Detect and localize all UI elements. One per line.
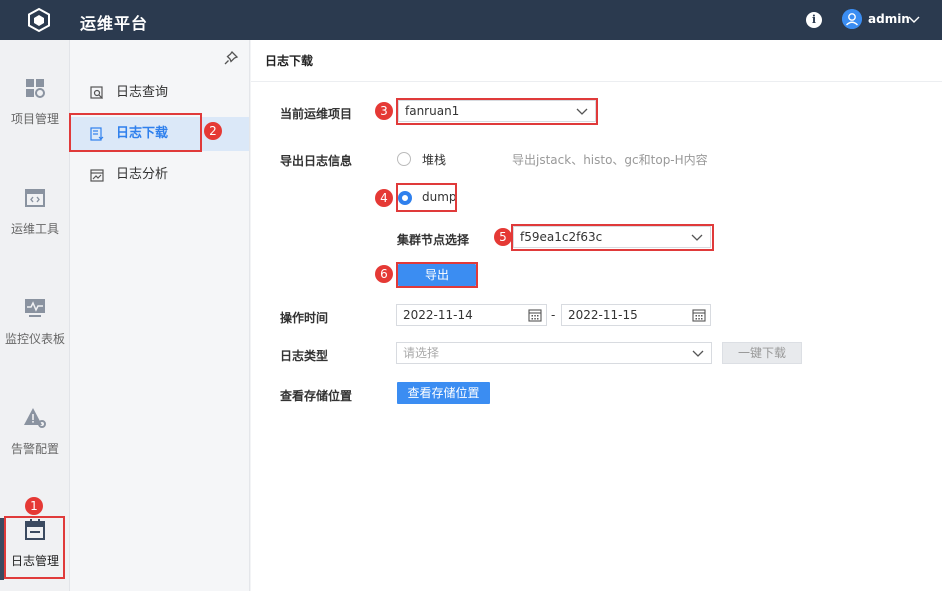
top-bar: 运维平台 i admin [0, 0, 942, 40]
user-name[interactable]: admin [868, 12, 910, 26]
date-from-input[interactable]: 2022-11-14 [396, 304, 547, 326]
annotation-badge-1: 1 [25, 497, 43, 515]
project-label: 当前运维项目 [280, 107, 353, 121]
annotation-badge-5: 5 [494, 228, 512, 246]
rail-item-alert[interactable]: 告警配置 [0, 406, 70, 457]
chevron-down-icon [692, 350, 704, 357]
calendar-icon[interactable] [692, 308, 706, 322]
date-separator: - [551, 308, 556, 322]
annotation-box-1 [4, 516, 65, 579]
page-title: 日志下载 [251, 40, 942, 82]
rail-item-ops-tools[interactable]: 运维工具 [0, 186, 70, 237]
view-storage-button[interactable]: 查看存储位置 [397, 382, 490, 404]
subnav-item-label: 日志查询 [116, 85, 169, 100]
one-click-download-button[interactable]: 一键下载 [722, 342, 802, 364]
date-to-input[interactable]: 2022-11-15 [561, 304, 711, 326]
date-to-value: 2022-11-15 [568, 308, 638, 322]
logo-cube-icon [28, 7, 50, 33]
annotation-box-6 [396, 262, 478, 288]
alert-gear-icon [24, 408, 46, 428]
annotation-badge-4: 4 [375, 189, 393, 207]
chevron-down-icon[interactable] [907, 12, 921, 26]
rail-item-label: 告警配置 [10, 442, 59, 456]
annotation-badge-2: 2 [204, 122, 222, 140]
annotation-badge-6: 6 [375, 265, 393, 283]
annotation-box-4 [396, 183, 457, 212]
annotation-badge-3: 3 [375, 102, 393, 120]
rail-item-label: 运维工具 [10, 222, 59, 236]
node-label: 集群节点选择 [397, 233, 470, 247]
subnav-item-label: 日志分析 [116, 167, 169, 182]
annotation-box-2 [69, 113, 202, 152]
user-avatar-icon[interactable] [842, 9, 862, 29]
radio-stack[interactable] [397, 152, 411, 166]
chart-doc-icon [90, 169, 104, 182]
calendar-icon[interactable] [528, 308, 542, 322]
time-label: 操作时间 [280, 311, 329, 325]
log-type-select[interactable]: 请选择 [396, 342, 712, 364]
log-type-label: 日志类型 [280, 349, 329, 363]
dashboard-grid-icon [26, 79, 45, 98]
subnav-item-log-query[interactable]: 日志查询 [70, 76, 249, 110]
app-title: 运维平台 [80, 14, 149, 33]
info-icon[interactable]: i [806, 12, 822, 28]
subnav-item-log-analysis[interactable]: 日志分析 [70, 158, 249, 192]
export-info-label: 导出日志信息 [280, 154, 353, 168]
search-doc-icon [90, 86, 103, 99]
stack-hint: 导出jstack、histo、gc和top-H内容 [512, 153, 708, 167]
rail-item-project[interactable]: 项目管理 [0, 76, 70, 127]
annotation-box-3 [396, 98, 598, 125]
code-window-icon [25, 189, 45, 207]
storage-label: 查看存储位置 [280, 389, 353, 403]
rail-item-label: 监控仪表板 [4, 332, 65, 346]
rail-item-label: 项目管理 [10, 112, 59, 126]
log-type-placeholder: 请选择 [403, 346, 440, 360]
date-from-value: 2022-11-14 [403, 308, 473, 322]
pin-icon[interactable] [223, 50, 239, 66]
radio-stack-label: 堆栈 [422, 153, 447, 167]
monitor-pulse-icon [25, 299, 45, 317]
rail-item-monitor[interactable]: 监控仪表板 [0, 296, 70, 347]
annotation-box-5 [511, 224, 714, 251]
